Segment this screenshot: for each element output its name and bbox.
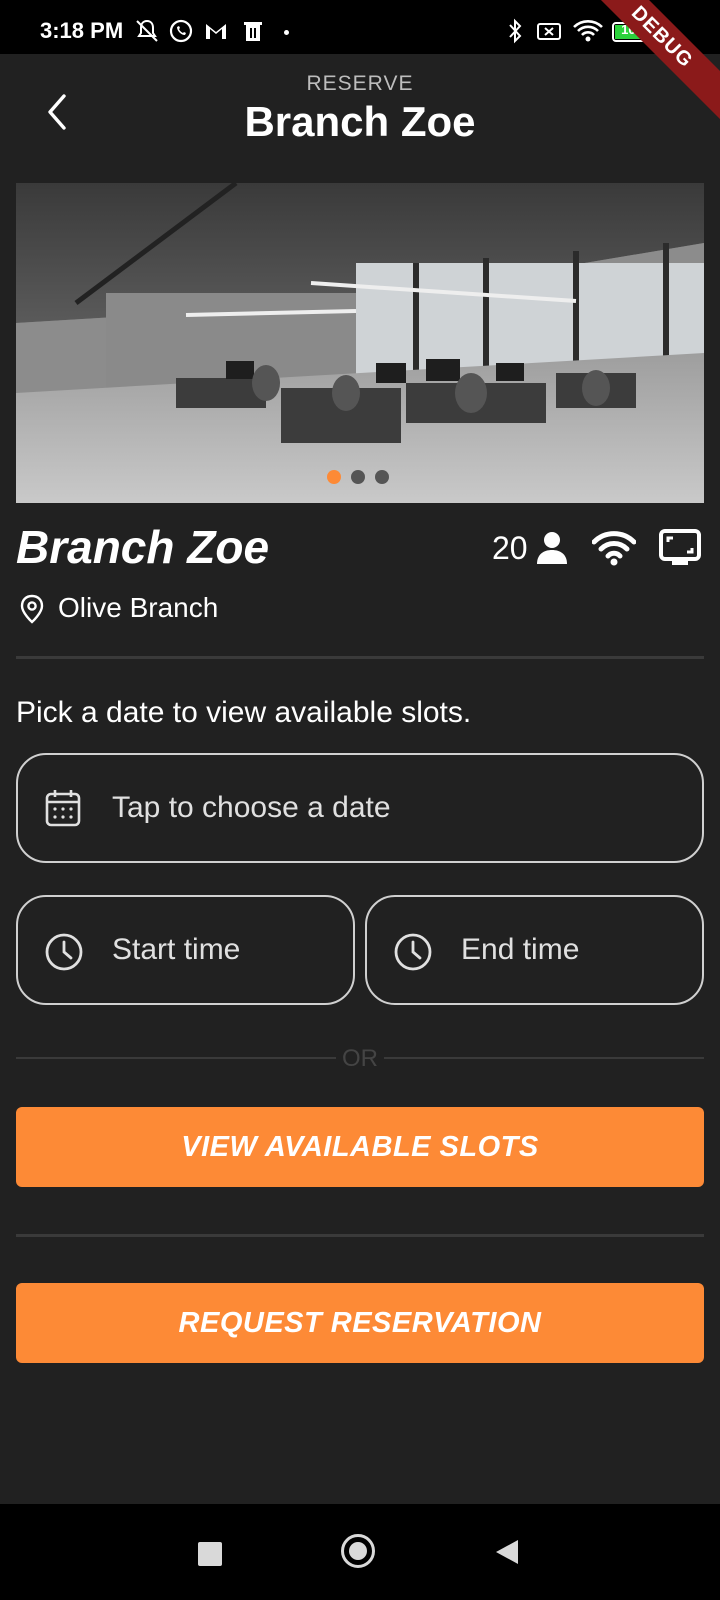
wifi-icon — [592, 531, 636, 566]
clock-icon — [394, 933, 432, 971]
no-sim-icon — [537, 23, 561, 40]
view-available-slots-button[interactable]: VIEW AVAILABLE SLOTS — [16, 1107, 704, 1187]
back-nav-icon[interactable] — [494, 1538, 520, 1566]
or-label: OR — [342, 1045, 378, 1072]
status-bar: 3:18 PM 100 DEBUG — [0, 0, 720, 120]
tv-icon — [659, 529, 701, 565]
date-field-placeholder: Tap to choose a date — [112, 791, 391, 824]
section-divider — [16, 1234, 704, 1237]
system-nav-bar — [0, 1504, 720, 1600]
header-eyebrow: RESERVE — [306, 72, 414, 95]
date-prompt: Pick a date to view available slots. — [16, 696, 472, 729]
trash-icon — [244, 22, 262, 41]
location-pin-icon — [20, 594, 44, 624]
more-notifications-dot — [284, 30, 289, 35]
status-time: 3:18 PM — [40, 18, 124, 43]
venue-photo-carousel[interactable] — [16, 183, 704, 503]
venue-location: Olive Branch — [58, 592, 219, 623]
muted-bell-icon — [136, 19, 158, 42]
start-time-placeholder: Start time — [112, 933, 241, 966]
request-reservation-button[interactable]: REQUEST RESERVATION — [16, 1283, 704, 1363]
whatsapp-icon — [169, 19, 193, 43]
clock-icon — [45, 933, 83, 971]
section-divider — [16, 656, 704, 659]
office-photo — [16, 183, 704, 503]
home-button[interactable] — [341, 1534, 375, 1568]
calendar-icon — [45, 790, 81, 827]
carousel-dot-1[interactable] — [327, 470, 341, 484]
person-icon — [537, 532, 567, 564]
bluetooth-icon — [509, 18, 522, 44]
carousel-dot-2[interactable] — [351, 470, 365, 484]
recents-button[interactable] — [198, 1542, 222, 1566]
start-time-field[interactable]: Start time — [16, 895, 355, 1005]
gmail-icon — [206, 24, 226, 39]
venue-name: Branch Zoe — [16, 521, 270, 573]
page-title: Branch Zoe — [244, 98, 476, 145]
date-picker-field[interactable]: Tap to choose a date — [16, 753, 704, 863]
wifi-status-icon — [573, 20, 603, 42]
end-time-field[interactable]: End time — [365, 895, 704, 1005]
capacity-count: 20 — [492, 530, 528, 566]
end-time-placeholder: End time — [461, 933, 580, 966]
carousel-dot-3[interactable] — [375, 470, 389, 484]
